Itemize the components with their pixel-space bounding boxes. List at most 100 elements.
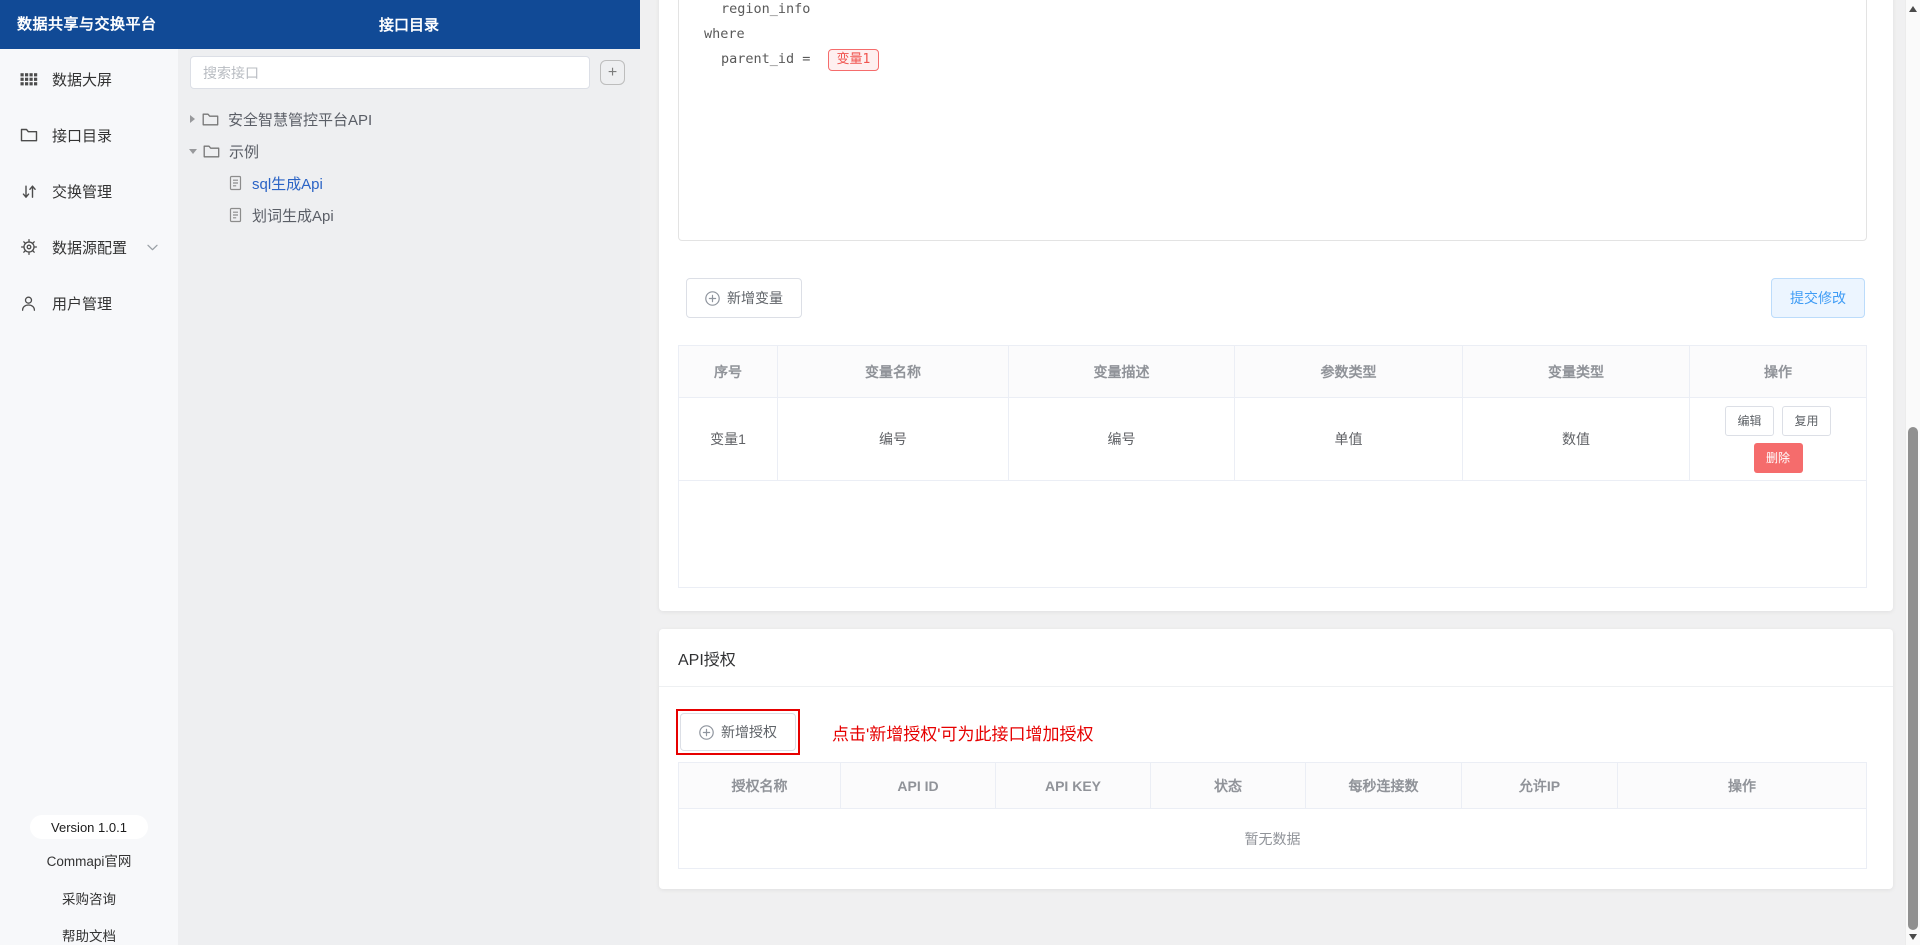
add-auth-label: 新增授权 bbox=[721, 724, 777, 740]
sidebar-item-data-screen[interactable]: 数据大屏 bbox=[0, 51, 178, 107]
folder-icon bbox=[202, 112, 219, 127]
variables-toolbar: 新增变量 提交修改 bbox=[686, 278, 1865, 318]
footer-link-purchase[interactable]: 采购咨询 bbox=[62, 888, 116, 908]
sql-editor[interactable]: region_info where parent_id = 变量1 bbox=[678, 0, 1867, 241]
cell-param-type: 单值 bbox=[1235, 398, 1463, 480]
sidebar-item-datasource-config[interactable]: 数据源配置 bbox=[0, 219, 178, 275]
tree-node-folder[interactable]: 示例 bbox=[178, 135, 640, 167]
app-title: 数据共享与交换平台 bbox=[0, 0, 178, 49]
sidebar-item-label: 交换管理 bbox=[52, 183, 113, 201]
footer-link-help[interactable]: 帮助文档 bbox=[62, 925, 116, 945]
column-header: 授权名称 bbox=[679, 763, 841, 808]
column-header: 允许IP bbox=[1462, 763, 1618, 808]
code-line: where bbox=[704, 26, 745, 42]
delete-button[interactable]: 删除 bbox=[1753, 442, 1803, 473]
submit-changes-button[interactable]: 提交修改 bbox=[1771, 278, 1865, 318]
column-header: 操作 bbox=[1764, 363, 1792, 380]
vertical-scrollbar[interactable] bbox=[1905, 0, 1920, 945]
tree-node-label[interactable]: 示例 bbox=[229, 141, 259, 162]
search-row: + bbox=[190, 56, 625, 89]
column-header: 每秒连接数 bbox=[1306, 763, 1462, 808]
column-header: 状态 bbox=[1151, 763, 1306, 808]
empty-state-text: 暂无数据 bbox=[1244, 830, 1301, 847]
actions-top: 编辑 复用 bbox=[1725, 405, 1831, 436]
tree-node-api-selected[interactable]: sql生成Api bbox=[178, 167, 640, 199]
auth-section-title: API授权 bbox=[659, 629, 1893, 687]
column-header: 操作 bbox=[1728, 777, 1756, 794]
file-icon bbox=[228, 175, 243, 191]
sidebar-item-user-management[interactable]: 用户管理 bbox=[0, 275, 178, 331]
column-header: 参数类型 bbox=[1235, 346, 1463, 397]
cell-seq: 变量1 bbox=[679, 398, 778, 480]
user-icon bbox=[19, 294, 38, 312]
variable-chip[interactable]: 变量1 bbox=[827, 49, 880, 71]
variables-table: 序号 变量名称 变量描述 参数类型 变量类型 操作 变量1 编号 编号 单值 数… bbox=[678, 345, 1867, 588]
auth-table-header: 授权名称 API ID API KEY 状态 每秒连接数 允许IP 操作 bbox=[679, 763, 1866, 809]
add-variable-label: 新增变量 bbox=[727, 290, 783, 306]
tree-node-label[interactable]: 安全智慧管控平台API bbox=[228, 109, 372, 130]
edit-button[interactable]: 编辑 bbox=[1725, 405, 1774, 436]
code-line: parent_id = 变量1 bbox=[704, 47, 1846, 72]
chevron-down-icon bbox=[147, 244, 158, 251]
api-tree: 安全智慧管控平台API 示例 sql生成Api 划词生成Api bbox=[178, 103, 640, 231]
auth-table: 授权名称 API ID API KEY 状态 每秒连接数 允许IP 操作 暂无数… bbox=[678, 762, 1867, 869]
actions-bottom: 删除 bbox=[1753, 442, 1803, 473]
tree-node-label[interactable]: 划词生成Api bbox=[252, 205, 334, 226]
version-badge: Version 1.0.1 bbox=[30, 815, 148, 839]
sidebar-menu: 数据大屏 接口目录 交换管理 数据源配置 用户管理 bbox=[0, 49, 178, 331]
reuse-button[interactable]: 复用 bbox=[1782, 405, 1831, 436]
cell-var-type: 数值 bbox=[1463, 398, 1690, 480]
sidebar-item-api-catalog[interactable]: 接口目录 bbox=[0, 107, 178, 163]
column-header: API ID bbox=[841, 763, 996, 808]
api-detail-card: region_info where parent_id = 变量1 新增变量 提… bbox=[659, 0, 1893, 611]
circle-plus-icon bbox=[705, 290, 720, 306]
cell-name: 编号 bbox=[778, 398, 1009, 480]
annotation-highlight-box: 新增授权 bbox=[676, 709, 800, 755]
table-empty-space bbox=[679, 481, 1866, 587]
search-input[interactable] bbox=[190, 56, 590, 89]
column-header: API KEY bbox=[996, 763, 1151, 808]
api-auth-card: API授权 新增授权 点击'新增授权'可为此接口增加授权 授权名称 API ID bbox=[659, 629, 1893, 889]
file-icon bbox=[228, 207, 243, 223]
tree-node-api[interactable]: 划词生成Api bbox=[178, 199, 640, 231]
table-row: 变量1 编号 编号 单值 数值 编辑 复用 删除 bbox=[679, 398, 1866, 481]
sidebar: 数据共享与交换平台 数据大屏 接口目录 交换管理 数据源配置 用户管理 Vers… bbox=[0, 0, 178, 945]
variables-table-header: 序号 变量名称 变量描述 参数类型 变量类型 操作 bbox=[679, 346, 1866, 398]
sidebar-item-label: 数据源配置 bbox=[52, 239, 128, 257]
cell-desc: 编号 bbox=[1009, 398, 1235, 480]
column-header: 序号 bbox=[679, 346, 778, 397]
code-text: parent_id = bbox=[721, 51, 819, 67]
add-variable-button[interactable]: 新增变量 bbox=[686, 278, 802, 318]
api-catalog-panel: 接口目录 + 安全智慧管控平台API 示例 bbox=[178, 0, 640, 945]
grid-icon bbox=[19, 70, 38, 88]
footer-link-official-site[interactable]: Commapi官网 bbox=[47, 850, 132, 870]
add-auth-button[interactable]: 新增授权 bbox=[680, 713, 796, 751]
main-content: region_info where parent_id = 变量1 新增变量 提… bbox=[640, 0, 1905, 945]
tree-node-folder[interactable]: 安全智慧管控平台API bbox=[178, 103, 640, 135]
column-header: 变量描述 bbox=[1009, 346, 1235, 397]
caret-down-icon[interactable] bbox=[189, 148, 197, 154]
circle-plus-icon bbox=[699, 724, 714, 740]
swap-icon bbox=[19, 182, 38, 200]
sidebar-item-label: 数据大屏 bbox=[52, 71, 113, 89]
column-header: 变量类型 bbox=[1463, 346, 1690, 397]
annotation-text: 点击'新增授权'可为此接口增加授权 bbox=[832, 724, 1094, 744]
column-header: 变量名称 bbox=[778, 346, 1009, 397]
auth-toolbar: 新增授权 点击'新增授权'可为此接口增加授权 bbox=[676, 709, 1893, 755]
add-catalog-button[interactable]: + bbox=[600, 60, 625, 85]
sidebar-item-label: 接口目录 bbox=[52, 127, 113, 145]
folder-icon bbox=[19, 126, 38, 144]
cell-actions: 编辑 复用 删除 bbox=[1690, 398, 1866, 480]
sidebar-item-exchange[interactable]: 交换管理 bbox=[0, 163, 178, 219]
tree-node-label[interactable]: sql生成Api bbox=[252, 173, 323, 194]
folder-icon bbox=[203, 144, 220, 159]
scrollbar-thumb[interactable] bbox=[1908, 427, 1918, 930]
sidebar-footer: Version 1.0.1 Commapi官网 采购咨询 帮助文档 bbox=[0, 815, 178, 945]
scroll-down-arrow-icon[interactable] bbox=[1909, 934, 1917, 940]
app-root: 数据共享与交换平台 数据大屏 接口目录 交换管理 数据源配置 用户管理 Vers… bbox=[0, 0, 1920, 945]
scroll-up-arrow-icon[interactable] bbox=[1909, 6, 1917, 12]
code-line: region_info bbox=[721, 1, 811, 17]
caret-right-icon[interactable] bbox=[190, 115, 195, 123]
gear-icon bbox=[19, 238, 38, 256]
panel-title: 接口目录 bbox=[178, 0, 640, 49]
